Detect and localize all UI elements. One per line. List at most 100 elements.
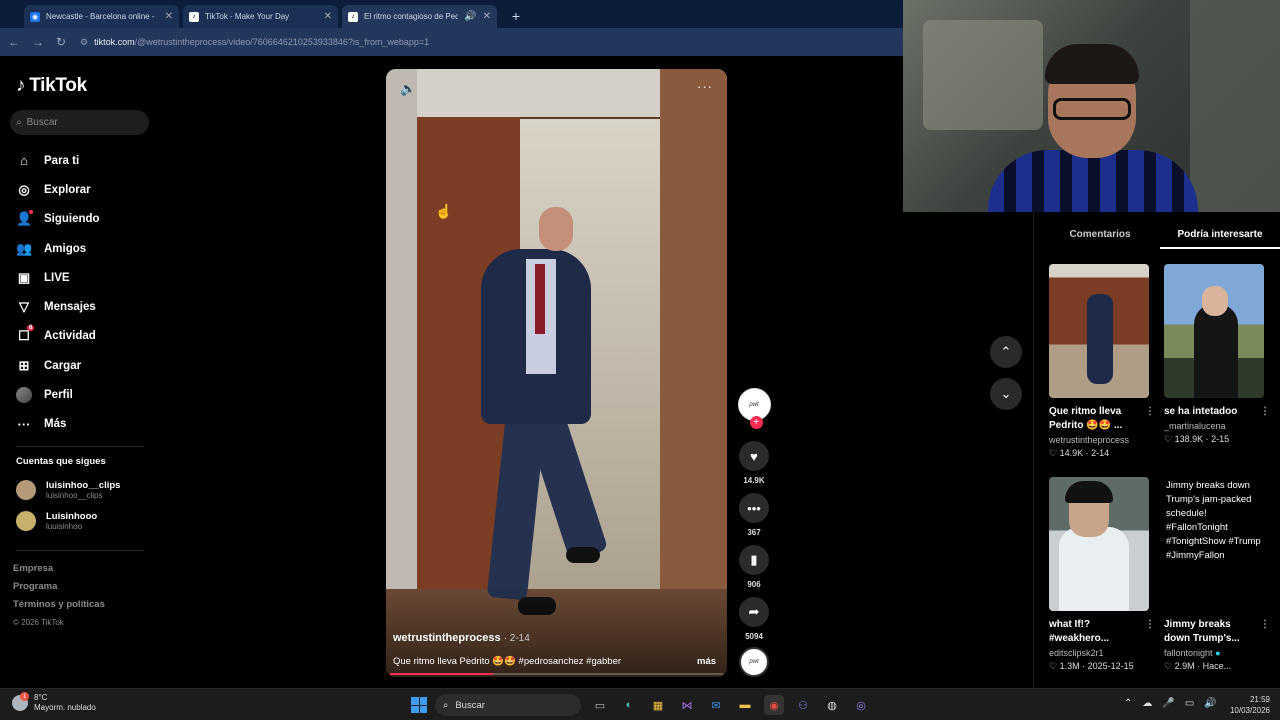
card-title-text: what If!? #weakhero... [1049,619,1110,644]
video-scene [386,69,417,677]
tab-comentarios[interactable]: Comentarios [1040,229,1160,249]
follow-plus-icon[interactable]: + [749,416,763,429]
sidebar-item-cargar[interactable]: ⊞ Cargar [16,351,156,380]
video-thumbnail-broken[interactable]: Jimmy breaks down Trump's jam-packed sch… [1164,477,1264,611]
app-icon[interactable]: ◎ [851,695,871,715]
kebab-menu-icon[interactable]: ⋮ [1145,405,1155,419]
sidebar-item-perfil[interactable]: Perfil [16,380,156,409]
edge-icon[interactable]: ◐ [619,695,639,715]
avatar-text: pwt [749,401,759,408]
chrome-icon[interactable]: ◉ [764,695,784,715]
sidebar-item-live[interactable]: ▣ LIVE [16,263,156,292]
card-user[interactable]: _martinalucena [1164,421,1264,431]
sidebar-item-mensajes[interactable]: ▽ Mensajes [16,292,156,321]
system-tray: ⌃ ☁ 🎤 ▭ 🔊 [1124,698,1217,709]
chevron-up-icon[interactable]: ⌃ [1124,698,1132,709]
card-user[interactable]: wetrustintheprocess [1049,435,1149,445]
newcastle-favicon-icon: ◉ [30,11,40,22]
close-icon[interactable]: ✕ [483,11,491,22]
taskbar-search[interactable]: ⌕ Buscar [435,694,581,716]
sidebar-nav: ⌂ Para ti ◎ Explorar 👤 Siguiendo 👥 Amigo… [16,146,156,439]
kebab-menu-icon[interactable]: ⋮ [1145,618,1155,632]
creator-avatar[interactable]: pwt + [737,388,771,429]
visual-studio-icon[interactable]: ⋈ [677,695,697,715]
sidebar-item-para-ti[interactable]: ⌂ Para ti [16,146,156,175]
footer-link-terminos[interactable]: Términos y políticas [13,596,105,614]
video-date: 2-14 [509,633,530,644]
video-thumbnail[interactable] [1049,264,1149,398]
sidebar-item-label: Perfil [44,389,73,402]
windows-start-icon[interactable] [411,697,427,713]
sidebar-item-amigos[interactable]: 👥 Amigos [16,234,156,263]
cloud-sync-icon[interactable]: ☁ [1142,698,1152,709]
comment-button[interactable]: ••• [739,493,769,523]
teams-icon[interactable]: ⚇ [793,695,813,715]
sidebar-item-explorar[interactable]: ◎ Explorar [16,175,156,204]
windows-taskbar: 1 8°C Mayorm. nublado ⌕ Buscar ▭ ◐ ▦ ⋈ ✉… [0,688,1280,720]
footer-link-programa[interactable]: Programa [13,578,105,596]
footer-link-empresa[interactable]: Empresa [13,560,105,578]
kebab-menu-icon[interactable]: ⋮ [1260,618,1270,632]
search-input[interactable]: ⌕ Buscar [10,110,149,135]
reload-icon[interactable]: ↻ [56,35,66,49]
close-icon[interactable]: ✕ [324,11,332,22]
account-name: Luisinhooo [46,511,98,522]
volume-icon[interactable]: 🔈 [400,81,416,97]
system-clock[interactable]: 21:59 10/03/2026 [1226,694,1270,716]
file-explorer-icon[interactable]: ▬ [735,695,755,715]
video-thumbnail[interactable] [1164,264,1264,398]
profile-avatar [16,387,32,404]
obs-icon[interactable]: ◍ [822,695,842,715]
card-likes: 1.3M [1059,661,1080,671]
following-account[interactable]: luisinhoo__clips luisinhoo__clips [16,480,120,500]
sidebar-item-label: Cargar [44,359,82,372]
task-view-icon[interactable]: ▭ [590,695,610,715]
back-arrow-icon[interactable]: ← [8,35,20,49]
video-thumbnail[interactable] [1049,477,1149,611]
comment-count: 367 [747,528,761,537]
like-button[interactable]: ♥ [739,441,769,471]
previous-video-button[interactable]: ⌃ [990,336,1022,368]
display-icon[interactable]: ▭ [1185,698,1194,709]
suggested-video-card[interactable]: se ha intetadoo ⋮ _martinalucena ♡ 138.9K… [1164,264,1270,445]
next-video-button[interactable]: ⌄ [990,378,1022,410]
volume-icon[interactable]: 🔊 [1204,698,1216,709]
browser-tab-tiktok-home[interactable]: ♪ TikTok - Make Your Day ✕ [183,5,338,28]
video-author[interactable]: wetrustintheprocess · 2-14 [393,632,530,644]
store-icon[interactable]: ▦ [648,695,668,715]
sidebar-item-siguiendo[interactable]: 👤 Siguiendo [16,205,156,234]
suggested-video-card[interactable]: what If!? #weakhero... ⋮ editsclipsk2r1 ♡… [1049,477,1155,672]
weather-widget[interactable]: 1 8°C Mayorm. nublado [12,692,96,713]
new-tab-button[interactable]: + [507,7,525,25]
card-user[interactable]: editsclipsk2r1 [1049,648,1149,658]
following-account[interactable]: Luisinhooo luuisinhoo [16,511,97,531]
card-user[interactable]: fallontonight ● [1164,648,1264,658]
browser-tab-video[interactable]: ♪ El ritmo contagioso de Pedro 🔊 ✕ [342,5,497,28]
author-name[interactable]: wetrustintheprocess [393,632,501,644]
video-player[interactable]: 🔈 ··· [386,69,727,677]
close-icon[interactable]: ✕ [165,11,173,22]
tiktok-logo[interactable]: ♪ TikTok [16,75,87,97]
microphone-icon[interactable]: 🎤 [1162,698,1174,709]
thumbnail-figure [1087,294,1113,384]
caption-more-link[interactable]: más [697,656,716,667]
music-disc[interactable]: pwt [739,647,769,677]
sidebar-item-actividad[interactable]: ☐ 6 Actividad [16,322,156,351]
more-options-icon[interactable]: ··· [697,79,713,94]
video-progress-bar[interactable] [390,673,723,675]
url-field[interactable]: ⚙ tiktok.com/@wetrustintheprocess/video/… [80,32,903,52]
suggested-video-card[interactable]: Que ritmo lleva Pedrito 🤩🤩 ... ⋮ wetrusti… [1049,264,1155,459]
browser-tab-newcastle[interactable]: ◉ Newcastle - Barcelona online - ✕ [24,5,179,28]
outlook-icon[interactable]: ✉ [706,695,726,715]
forward-arrow-icon[interactable]: → [32,35,44,49]
right-panel-tabs: Comentarios Podría interesarte [1040,229,1280,249]
share-count: 5094 [745,632,763,641]
suggested-video-card[interactable]: Jimmy breaks down Trump's jam-packed sch… [1164,477,1270,672]
sidebar-item-mas[interactable]: ··· Más [16,410,156,439]
kebab-menu-icon[interactable]: ⋮ [1260,405,1270,419]
save-button[interactable]: ▮ [739,545,769,575]
site-info-icon[interactable]: ⚙ [80,37,88,48]
share-button[interactable]: ➦ [739,597,769,627]
tab-podria-interesarte[interactable]: Podría interesarte [1160,229,1280,249]
speaker-icon[interactable]: 🔊 [464,11,476,22]
